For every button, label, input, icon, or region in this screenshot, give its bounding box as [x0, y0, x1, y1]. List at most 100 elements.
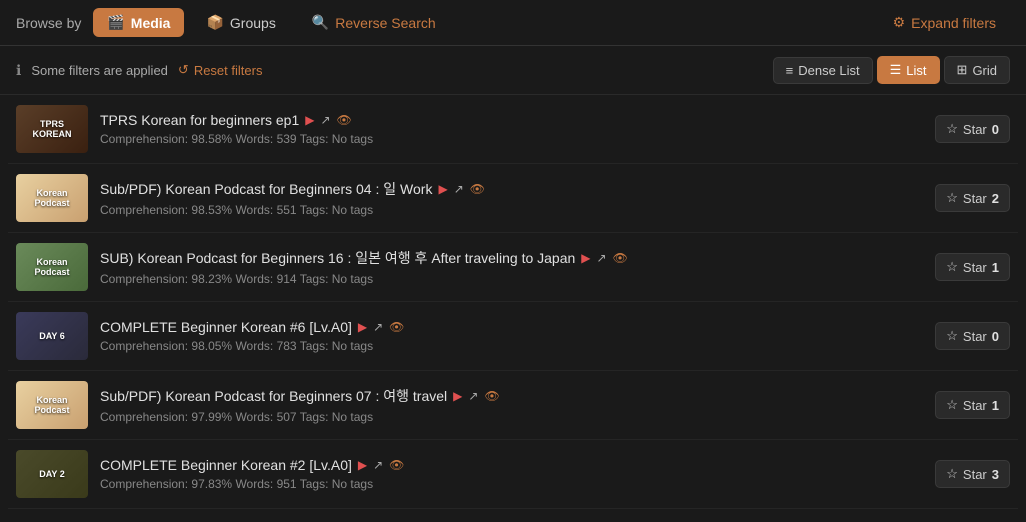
list-item[interactable]: KoreanPodcast SUB) Korean Podcast for Be… — [8, 233, 1018, 302]
star-button[interactable]: ☆ Star 1 — [935, 253, 1010, 281]
eye-icon[interactable]: 👁 — [389, 458, 404, 472]
star-count: 0 — [992, 122, 999, 137]
external-link-icon[interactable]: ↗ — [454, 182, 464, 196]
comprehension-label: Comprehension: — [100, 477, 191, 491]
list-item[interactable]: KoreanPodcast Sub/PDF) Korean Podcast fo… — [8, 371, 1018, 440]
list-item[interactable]: DAY 2 COMPLETE Beginner Korean #2 [Lv.A0… — [8, 440, 1018, 509]
star-count: 1 — [992, 260, 999, 275]
item-title-text: SUB) Korean Podcast for Beginners 16 : 일… — [100, 248, 575, 268]
youtube-icon[interactable]: ▶ — [305, 113, 314, 127]
list-item[interactable]: DAY 6 COMPLETE Beginner Korean #6 [Lv.A0… — [8, 302, 1018, 371]
tags-label: Tags: — [300, 477, 332, 491]
dense-list-button[interactable]: ≡ Dense List — [773, 57, 873, 84]
words-label: Words: — [235, 477, 276, 491]
youtube-icon[interactable]: ▶ — [581, 251, 590, 265]
external-link-icon[interactable]: ↗ — [373, 320, 383, 334]
comprehension-value: 98.53% — [191, 203, 232, 217]
comprehension-label: Comprehension: — [100, 272, 191, 286]
item-title-text: Sub/PDF) Korean Podcast for Beginners 04… — [100, 179, 432, 199]
star-button[interactable]: ☆ Star 0 — [935, 115, 1010, 143]
eye-icon[interactable]: 👁 — [389, 320, 404, 334]
star-label: Star — [963, 260, 987, 275]
star-button[interactable]: ☆ Star 3 — [935, 460, 1010, 488]
reset-filters-button[interactable]: ↺ Reset filters — [178, 62, 263, 78]
top-nav: Browse by 🎬 Media 📦 Groups 🔍 Reverse Sea… — [0, 0, 1026, 46]
words-value: 951 — [277, 477, 297, 491]
star-icon: ☆ — [946, 328, 958, 344]
content-list: TPRSKOREAN TPRS Korean for beginners ep1… — [0, 95, 1026, 509]
comprehension-value: 98.23% — [191, 272, 232, 286]
comprehension-value: 97.99% — [191, 410, 232, 424]
youtube-icon[interactable]: ▶ — [438, 182, 447, 196]
list-view-button[interactable]: ☰ List — [877, 56, 940, 84]
words-value: 783 — [277, 339, 297, 353]
search-icon: 🔍 — [312, 14, 329, 31]
tags-label: Tags: — [300, 272, 332, 286]
list-item[interactable]: TPRSKOREAN TPRS Korean for beginners ep1… — [8, 95, 1018, 164]
expand-filters-button[interactable]: ⚙ Expand filters — [879, 8, 1010, 37]
reverse-search-button[interactable]: 🔍 Reverse Search — [298, 8, 450, 37]
external-link-icon[interactable]: ↗ — [597, 251, 607, 265]
star-button[interactable]: ☆ Star 1 — [935, 391, 1010, 419]
comprehension-value: 98.05% — [191, 339, 232, 353]
item-title: COMPLETE Beginner Korean #6 [Lv.A0] ▶ ↗ … — [100, 319, 923, 335]
star-label: Star — [963, 398, 987, 413]
thumb-label: TPRSKOREAN — [32, 119, 71, 139]
grid-label: Grid — [972, 63, 997, 78]
words-label: Words: — [235, 339, 276, 353]
item-title: SUB) Korean Podcast for Beginners 16 : 일… — [100, 248, 923, 268]
nav-left: Browse by 🎬 Media 📦 Groups 🔍 Reverse Sea… — [16, 8, 450, 37]
tab-groups[interactable]: 📦 Groups — [192, 8, 289, 37]
star-icon: ☆ — [946, 466, 958, 482]
item-meta: Comprehension: 98.23% Words: 914 Tags: N… — [100, 272, 923, 286]
comprehension-label: Comprehension: — [100, 410, 191, 424]
words-value: 551 — [277, 203, 297, 217]
star-count: 3 — [992, 467, 999, 482]
tags-value: No tags — [332, 132, 373, 146]
filter-bar-left: ℹ Some filters are applied ↺ Reset filte… — [16, 62, 262, 79]
external-link-icon[interactable]: ↗ — [373, 458, 383, 472]
groups-icon: 📦 — [206, 14, 223, 31]
item-title-text: COMPLETE Beginner Korean #2 [Lv.A0] — [100, 457, 352, 473]
words-value: 914 — [277, 272, 297, 286]
dense-list-icon: ≡ — [786, 63, 794, 78]
tags-label: Tags: — [300, 410, 332, 424]
thumbnail: DAY 2 — [16, 450, 88, 498]
star-button[interactable]: ☆ Star 2 — [935, 184, 1010, 212]
list-icon: ☰ — [890, 62, 902, 78]
words-label: Words: — [235, 272, 276, 286]
star-button[interactable]: ☆ Star 0 — [935, 322, 1010, 350]
star-icon: ☆ — [946, 190, 958, 206]
thumb-label: KoreanPodcast — [34, 257, 69, 277]
list-label: List — [906, 63, 926, 78]
star-icon: ☆ — [946, 397, 958, 413]
item-title-text: TPRS Korean for beginners ep1 — [100, 112, 299, 128]
item-title: Sub/PDF) Korean Podcast for Beginners 07… — [100, 386, 923, 406]
eye-icon[interactable]: 👁 — [337, 113, 352, 127]
external-link-icon[interactable]: ↗ — [320, 113, 330, 127]
thumbnail: TPRSKOREAN — [16, 105, 88, 153]
eye-icon[interactable]: 👁 — [484, 389, 499, 403]
tab-media-label: Media — [131, 15, 171, 31]
eye-icon[interactable]: 👁 — [470, 182, 485, 196]
star-count: 0 — [992, 329, 999, 344]
star-label: Star — [963, 329, 987, 344]
thumbnail: KoreanPodcast — [16, 174, 88, 222]
youtube-icon[interactable]: ▶ — [358, 320, 367, 334]
tab-media[interactable]: 🎬 Media — [93, 8, 184, 37]
item-meta: Comprehension: 98.53% Words: 551 Tags: N… — [100, 203, 923, 217]
grid-view-button[interactable]: ⊞ Grid — [944, 56, 1010, 84]
comprehension-label: Comprehension: — [100, 203, 191, 217]
list-item[interactable]: KoreanPodcast Sub/PDF) Korean Podcast fo… — [8, 164, 1018, 233]
comprehension-label: Comprehension: — [100, 339, 191, 353]
tags-value: No tags — [332, 339, 373, 353]
youtube-icon[interactable]: ▶ — [358, 458, 367, 472]
external-link-icon[interactable]: ↗ — [468, 389, 478, 403]
youtube-icon[interactable]: ▶ — [453, 389, 462, 403]
item-info: TPRS Korean for beginners ep1 ▶ ↗ 👁 Comp… — [100, 112, 923, 146]
filter-applied-text: Some filters are applied — [31, 63, 168, 78]
item-info: COMPLETE Beginner Korean #6 [Lv.A0] ▶ ↗ … — [100, 319, 923, 353]
eye-icon[interactable]: 👁 — [613, 251, 628, 265]
words-value: 539 — [277, 132, 297, 146]
star-label: Star — [963, 122, 987, 137]
